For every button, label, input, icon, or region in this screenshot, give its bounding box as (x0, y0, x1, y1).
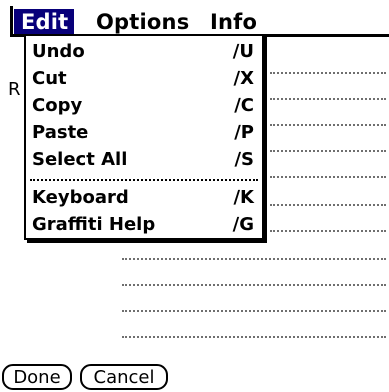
dotted-line (270, 98, 386, 100)
graffiti-shortcut: ∕X (233, 68, 254, 89)
menu-item-label: Graffiti Help (32, 214, 156, 235)
graffiti-shortcut: ∕S (234, 149, 254, 170)
palm-screen: Edit Options Info R Undo ∕U Cut ∕X Copy … (0, 0, 389, 392)
menu-item-label: Select All (32, 149, 128, 170)
menu-item-label: Copy (32, 95, 83, 116)
dotted-line (270, 204, 386, 206)
menu-item-cut[interactable]: Cut ∕X (32, 67, 258, 91)
dotted-line (270, 150, 386, 152)
menu-edit[interactable]: Edit (14, 9, 75, 35)
menu-info[interactable]: Info (210, 9, 257, 35)
menu-item-undo[interactable]: Undo ∕U (32, 40, 258, 64)
menu-item-label: Keyboard (32, 187, 129, 208)
menu-item-label: Paste (32, 122, 89, 143)
done-button[interactable]: Done (2, 364, 72, 390)
graffiti-shortcut: ∕K (233, 187, 254, 208)
menu-item-label: Cut (32, 68, 67, 89)
field-label-partial: R (8, 79, 21, 100)
dotted-line (270, 230, 386, 232)
graffiti-shortcut: ∕P (234, 122, 254, 143)
graffiti-shortcut: ∕U (232, 41, 254, 62)
graffiti-shortcut: ∕C (234, 95, 254, 116)
menu-item-keyboard[interactable]: Keyboard ∕K (32, 186, 258, 210)
menu-item-copy[interactable]: Copy ∕C (32, 94, 258, 118)
menu-item-graffiti-help[interactable]: Graffiti Help ∕G (32, 213, 258, 237)
edit-menu-dropdown: Undo ∕U Cut ∕X Copy ∕C Paste ∕P Select A… (24, 34, 264, 240)
dotted-line (122, 284, 386, 286)
cancel-button[interactable]: Cancel (80, 364, 168, 390)
dotted-line (122, 258, 386, 260)
dotted-line (270, 176, 386, 178)
menu-bar: Edit Options Info (0, 0, 389, 37)
dotted-line (270, 124, 386, 126)
menu-options[interactable]: Options (96, 9, 189, 35)
menu-item-paste[interactable]: Paste ∕P (32, 121, 258, 145)
graffiti-shortcut: ∕G (232, 214, 254, 235)
dotted-line (270, 72, 386, 74)
menu-item-select-all[interactable]: Select All ∕S (32, 148, 258, 172)
menu-item-label: Undo (32, 41, 85, 62)
dotted-line (122, 310, 386, 312)
menu-bar-left-edge (10, 6, 13, 37)
menu-separator (30, 179, 258, 181)
dotted-line (122, 336, 386, 338)
